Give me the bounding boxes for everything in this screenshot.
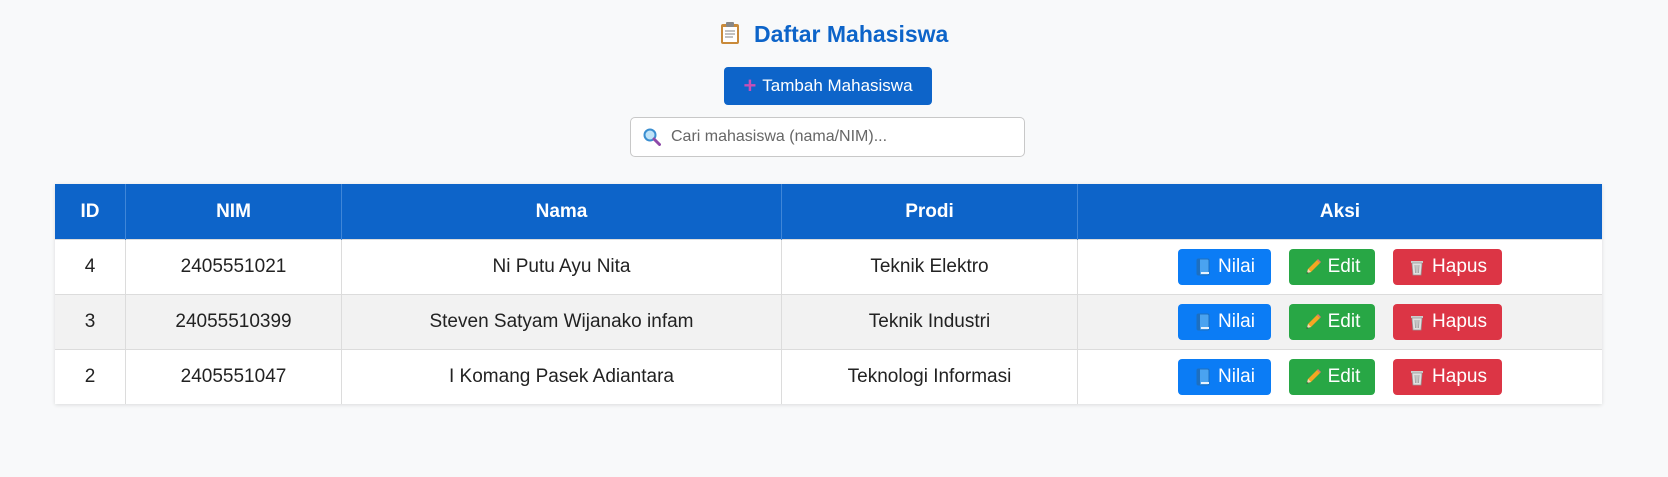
search-input[interactable] xyxy=(669,127,1013,147)
cell-prodi: Teknik Elektro xyxy=(781,239,1078,295)
hapus-button[interactable]: Hapus xyxy=(1393,304,1502,340)
table-row: 3 24055510399 Steven Satyam Wijanako inf… xyxy=(55,294,1602,350)
wastebasket-icon xyxy=(1408,313,1426,331)
wastebasket-icon xyxy=(1408,258,1426,276)
header-prodi: Prodi xyxy=(781,184,1078,240)
cell-id: 3 xyxy=(55,294,126,350)
book-icon xyxy=(1194,258,1212,276)
table-row: 4 2405551021 Ni Putu Ayu Nita Teknik Ele… xyxy=(55,239,1602,295)
cell-aksi: Nilai Edit Hapus xyxy=(1077,239,1602,295)
table-row: 2 2405551047 I Komang Pasek Adiantara Te… xyxy=(55,349,1602,404)
search-icon xyxy=(643,128,661,146)
book-icon xyxy=(1194,368,1212,386)
cell-aksi: Nilai Edit Hapus xyxy=(1077,349,1602,404)
page-title: Daftar Mahasiswa xyxy=(0,18,1668,50)
nilai-button[interactable]: Nilai xyxy=(1178,359,1271,395)
header-nim: NIM xyxy=(125,184,342,240)
search-box[interactable] xyxy=(630,117,1025,157)
hapus-label: Hapus xyxy=(1432,311,1487,332)
cell-aksi: Nilai Edit Hapus xyxy=(1077,294,1602,350)
plus-icon: + xyxy=(743,73,757,98)
cell-nama: Ni Putu Ayu Nita xyxy=(341,239,782,295)
pencil-icon xyxy=(1304,258,1322,276)
add-button-label: Tambah Mahasiswa xyxy=(762,76,913,95)
cell-nama: Steven Satyam Wijanako infam xyxy=(341,294,782,350)
edit-label: Edit xyxy=(1327,256,1361,277)
cell-nama: I Komang Pasek Adiantara xyxy=(341,349,782,404)
add-mahasiswa-button[interactable]: + Tambah Mahasiswa xyxy=(724,67,932,105)
cell-nim: 2405551047 xyxy=(125,349,342,404)
cell-id: 4 xyxy=(55,239,126,295)
clipboard-icon xyxy=(720,21,746,47)
edit-button[interactable]: Edit xyxy=(1289,359,1375,395)
cell-prodi: Teknik Industri xyxy=(781,294,1078,350)
pencil-icon xyxy=(1304,313,1322,331)
header-nama: Nama xyxy=(341,184,782,240)
hapus-label: Hapus xyxy=(1432,366,1487,387)
mahasiswa-table: ID NIM Nama Prodi Aksi 4 2405551021 Ni P… xyxy=(55,184,1602,404)
pencil-icon xyxy=(1304,368,1322,386)
edit-button[interactable]: Edit xyxy=(1289,304,1375,340)
nilai-button[interactable]: Nilai xyxy=(1178,304,1271,340)
page-title-text: Daftar Mahasiswa xyxy=(754,21,949,47)
edit-button[interactable]: Edit xyxy=(1289,249,1375,285)
cell-prodi: Teknologi Informasi xyxy=(781,349,1078,404)
cell-id: 2 xyxy=(55,349,126,404)
book-icon xyxy=(1194,313,1212,331)
cell-nim: 2405551021 xyxy=(125,239,342,295)
edit-label: Edit xyxy=(1327,366,1361,387)
nilai-label: Nilai xyxy=(1218,256,1255,277)
hapus-label: Hapus xyxy=(1432,256,1487,277)
hapus-button[interactable]: Hapus xyxy=(1393,359,1502,395)
header-id: ID xyxy=(55,184,126,240)
nilai-label: Nilai xyxy=(1218,366,1255,387)
edit-label: Edit xyxy=(1327,311,1361,332)
hapus-button[interactable]: Hapus xyxy=(1393,249,1502,285)
nilai-label: Nilai xyxy=(1218,311,1255,332)
table-header-row: ID NIM Nama Prodi Aksi xyxy=(55,184,1602,240)
header-aksi: Aksi xyxy=(1077,184,1602,240)
cell-nim: 24055510399 xyxy=(125,294,342,350)
nilai-button[interactable]: Nilai xyxy=(1178,249,1271,285)
wastebasket-icon xyxy=(1408,368,1426,386)
